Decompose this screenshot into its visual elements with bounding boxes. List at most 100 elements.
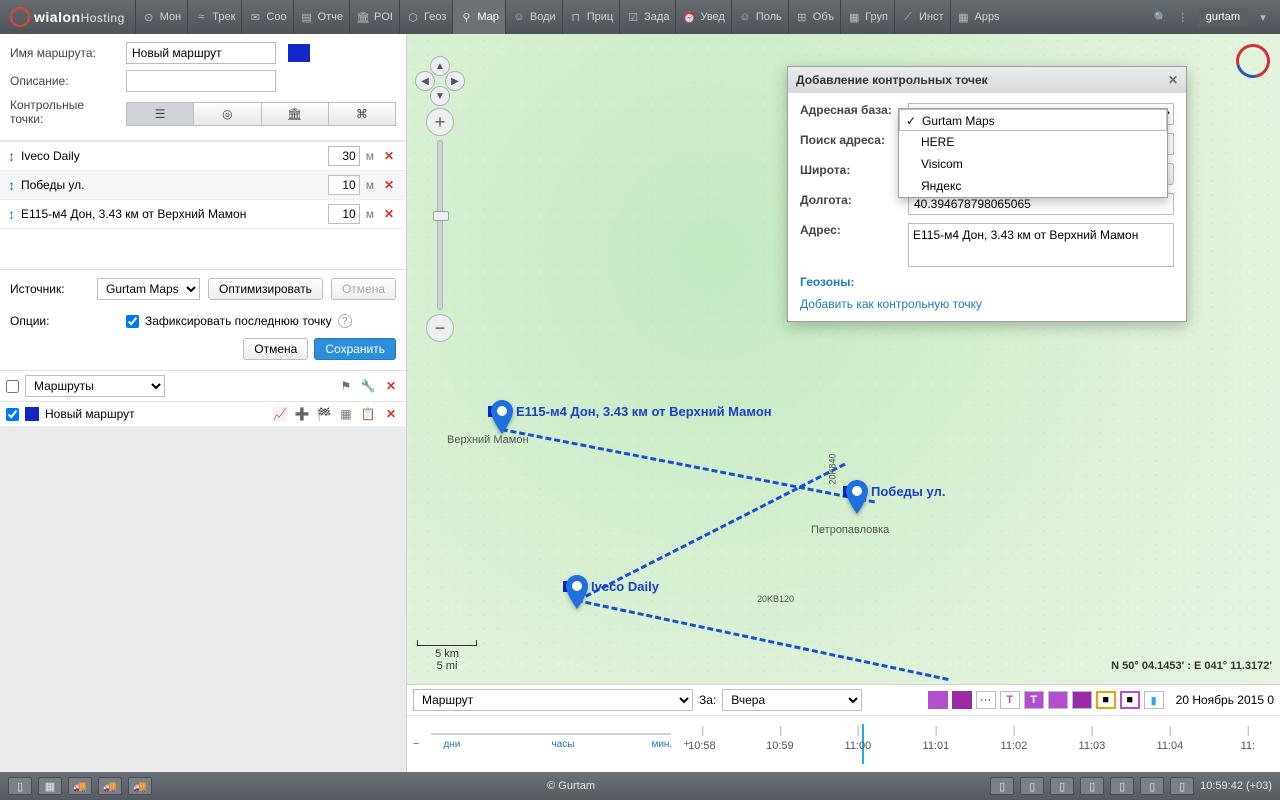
points-mode-poi[interactable]: 🏛 [262, 102, 329, 126]
nav-tab-5[interactable]: ⬡Геоз [399, 0, 452, 34]
nav-tab-0[interactable]: ⊙Мон [135, 0, 187, 34]
map-canvas[interactable]: ▲ ◀ ▶ ▼ + − 1 Iveco Daily 2 Победы ул. 3 [407, 34, 1280, 772]
pan-right-button[interactable]: ▶ [445, 71, 465, 91]
source-select[interactable]: Gurtam Maps [97, 278, 200, 300]
sb-icon-7[interactable]: ▯ [1170, 777, 1194, 795]
addr-textarea[interactable]: Е115-м4 Дон, 3.43 км от Верхний Мамон [908, 223, 1174, 267]
timeline-block-1[interactable] [1048, 691, 1068, 709]
map-marker-3[interactable]: 3 Е115-м4 Дон, 3.43 км от Верхний Мамон [490, 400, 514, 434]
sb-icon-5[interactable]: ▯ [1110, 777, 1134, 795]
copy-icon[interactable]: 📋 [360, 406, 376, 422]
timeline-block-4[interactable]: ■ [1120, 691, 1140, 709]
nav-tab-3[interactable]: ▤Отче [293, 0, 349, 34]
point-name[interactable]: Iveco Daily [21, 149, 322, 163]
delete-route-button[interactable]: ✕ [382, 407, 400, 421]
drag-handle-icon[interactable]: ↕ [8, 177, 15, 193]
timeline-events-toggle[interactable]: ··· [976, 691, 996, 709]
pan-down-button[interactable]: ▼ [430, 86, 450, 106]
layout-1-icon[interactable]: ▯ [8, 777, 32, 795]
points-mode-geofence[interactable]: ⌘ [329, 102, 396, 126]
nav-tab-11[interactable]: ☺Поль [731, 0, 788, 34]
timeline-text-1[interactable]: T [1000, 691, 1020, 709]
delete-point-button[interactable]: ✕ [380, 178, 398, 192]
chart-icon[interactable]: 📈 [272, 406, 288, 422]
delete-routes-button[interactable]: ✕ [382, 379, 400, 393]
sb-icon-2[interactable]: ▯ [1020, 777, 1044, 795]
route-desc-input[interactable] [126, 70, 276, 92]
sb-icon-4[interactable]: ▯ [1080, 777, 1104, 795]
zoom-in-button[interactable]: + [426, 108, 454, 136]
dropdown-option[interactable]: HERE [899, 131, 1167, 153]
points-mode-gps[interactable]: ◎ [194, 102, 261, 126]
timeline-route-select[interactable]: Маршрут [413, 689, 693, 711]
optimize-button[interactable]: Оптимизировать [208, 278, 323, 300]
point-name[interactable]: Е115-м4 Дон, 3.43 км от Верхний Мамон [21, 207, 322, 221]
timeline-period-select[interactable]: Вчера [722, 689, 862, 711]
zoom-slider-thumb[interactable] [433, 211, 449, 221]
nav-tab-9[interactable]: ☑Зада [619, 0, 675, 34]
zoom-slider[interactable] [437, 140, 443, 310]
dialog-close-button[interactable]: ✕ [1168, 73, 1178, 87]
drag-handle-icon[interactable]: ↕ [8, 148, 15, 164]
chevron-down-icon[interactable]: ▾ [1256, 10, 1270, 24]
timeline-text-2[interactable]: T [1024, 691, 1044, 709]
delete-point-button[interactable]: ✕ [380, 149, 398, 163]
nav-tab-2[interactable]: ✉Соо [241, 0, 292, 34]
nav-tab-14[interactable]: ⟋Инст [894, 0, 950, 34]
route-item-name[interactable]: Новый маршрут [45, 407, 266, 421]
point-name[interactable]: Победы ул. [21, 178, 322, 192]
cancel-button[interactable]: Отмена [243, 338, 308, 360]
map-marker-2[interactable]: 2 Победы ул. [845, 480, 869, 514]
sb-icon-3[interactable]: ▯ [1050, 777, 1074, 795]
point-radius-input[interactable] [328, 204, 360, 224]
vehicle-icon[interactable]: 🚚 [68, 777, 92, 795]
layout-grid-icon[interactable]: ▦ [38, 777, 62, 795]
vehicle-name-icon[interactable]: 🚚 [98, 777, 122, 795]
nav-tab-1[interactable]: ≈Трек [187, 0, 241, 34]
nav-tab-12[interactable]: ⊞Объ [788, 0, 840, 34]
point-radius-input[interactable] [328, 175, 360, 195]
route-color-swatch[interactable] [288, 44, 310, 62]
nav-tab-10[interactable]: ⏰Увед [675, 0, 730, 34]
timeline-block-2[interactable] [1072, 691, 1092, 709]
lock-last-point-checkbox[interactable] [126, 315, 139, 328]
timeline-color-2[interactable] [952, 691, 972, 709]
route-name-input[interactable] [126, 42, 276, 64]
timeline-color-1[interactable] [928, 691, 948, 709]
map-marker-1[interactable]: 1 Iveco Daily [565, 575, 589, 609]
vehicle-follow-icon[interactable]: 🚚 [128, 777, 152, 795]
table-icon[interactable]: ▦ [338, 406, 354, 422]
zoom-out-timeline[interactable]: − [413, 738, 419, 750]
add-schedule-icon[interactable]: ➕ [294, 406, 310, 422]
nav-tab-13[interactable]: ▦Груп [840, 0, 894, 34]
timeline-now-button[interactable]: ▮ [1144, 691, 1164, 709]
sb-icon-1[interactable]: ▯ [990, 777, 1014, 795]
dropdown-option[interactable]: Gurtam Maps [899, 109, 1167, 131]
nav-tab-15[interactable]: ▦Apps [950, 0, 1006, 34]
dropdown-option[interactable]: Visicom [899, 153, 1167, 175]
point-radius-input[interactable] [328, 146, 360, 166]
geofences-label[interactable]: Геозоны: [800, 275, 900, 289]
routes-filter-select[interactable]: Маршруты [25, 375, 165, 397]
nav-tab-4[interactable]: 🏛POI [349, 0, 399, 34]
delete-point-button[interactable]: ✕ [380, 207, 398, 221]
route-item-checkbox[interactable] [6, 408, 19, 421]
dropdown-option[interactable]: Яндекс [899, 175, 1167, 197]
schedule-icon[interactable]: 🏁 [316, 406, 332, 422]
user-menu[interactable]: gurtam [1198, 8, 1248, 26]
nav-tab-6[interactable]: ⚲Мар [452, 0, 505, 34]
add-as-checkpoint-link[interactable]: Добавить как контрольную точку [800, 297, 982, 311]
sb-icon-6[interactable]: ▯ [1140, 777, 1164, 795]
nav-tab-8[interactable]: ⊓Приц [562, 0, 619, 34]
more-icon[interactable]: ⋮ [1176, 10, 1190, 24]
save-button[interactable]: Сохранить [314, 338, 396, 360]
reset-button[interactable]: Отмена [331, 278, 396, 300]
wrench-icon[interactable]: 🔧 [360, 378, 376, 394]
search-icon[interactable]: 🔍 [1154, 10, 1168, 24]
drag-handle-icon[interactable]: ↕ [8, 206, 15, 222]
select-all-routes-checkbox[interactable] [6, 380, 19, 393]
timeline-scale[interactable]: 10:5810:5911:0011:0111:0211:0311:0411: [702, 724, 1274, 764]
help-icon[interactable]: ? [338, 314, 352, 328]
timeline-block-3[interactable]: ■ [1096, 691, 1116, 709]
points-mode-list[interactable]: ☰ [126, 102, 194, 126]
